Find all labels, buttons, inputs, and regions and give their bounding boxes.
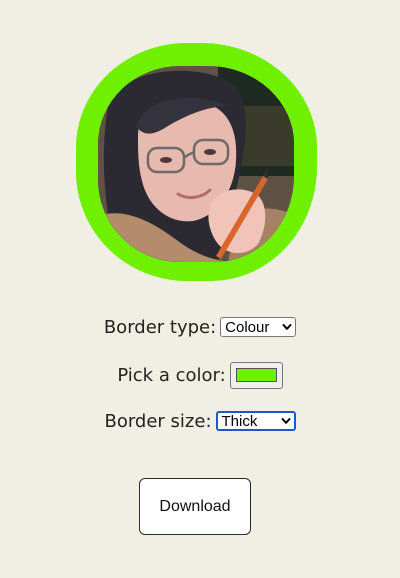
download-button[interactable]: Download bbox=[139, 478, 251, 535]
border-size-label: Border size: bbox=[104, 410, 212, 432]
color-label: Pick a color: bbox=[117, 364, 226, 386]
border-size-select[interactable]: Thick bbox=[215, 411, 296, 431]
color-swatch bbox=[235, 368, 277, 382]
border-type-label: Border type: bbox=[103, 316, 217, 338]
border-type-row: Border type: Colour bbox=[0, 314, 400, 340]
border-type-value: Colour bbox=[225, 318, 270, 336]
avatar-photo bbox=[98, 66, 294, 262]
color-picker[interactable] bbox=[229, 361, 283, 389]
color-row: Pick a color: bbox=[0, 361, 400, 389]
border-size-row: Border size: Thick bbox=[0, 408, 400, 434]
chevron-down-icon bbox=[282, 324, 292, 330]
border-size-value: Thick bbox=[221, 412, 258, 430]
portrait-image bbox=[98, 66, 294, 262]
border-type-select[interactable]: Colour bbox=[220, 317, 297, 337]
chevron-down-icon bbox=[281, 418, 291, 424]
